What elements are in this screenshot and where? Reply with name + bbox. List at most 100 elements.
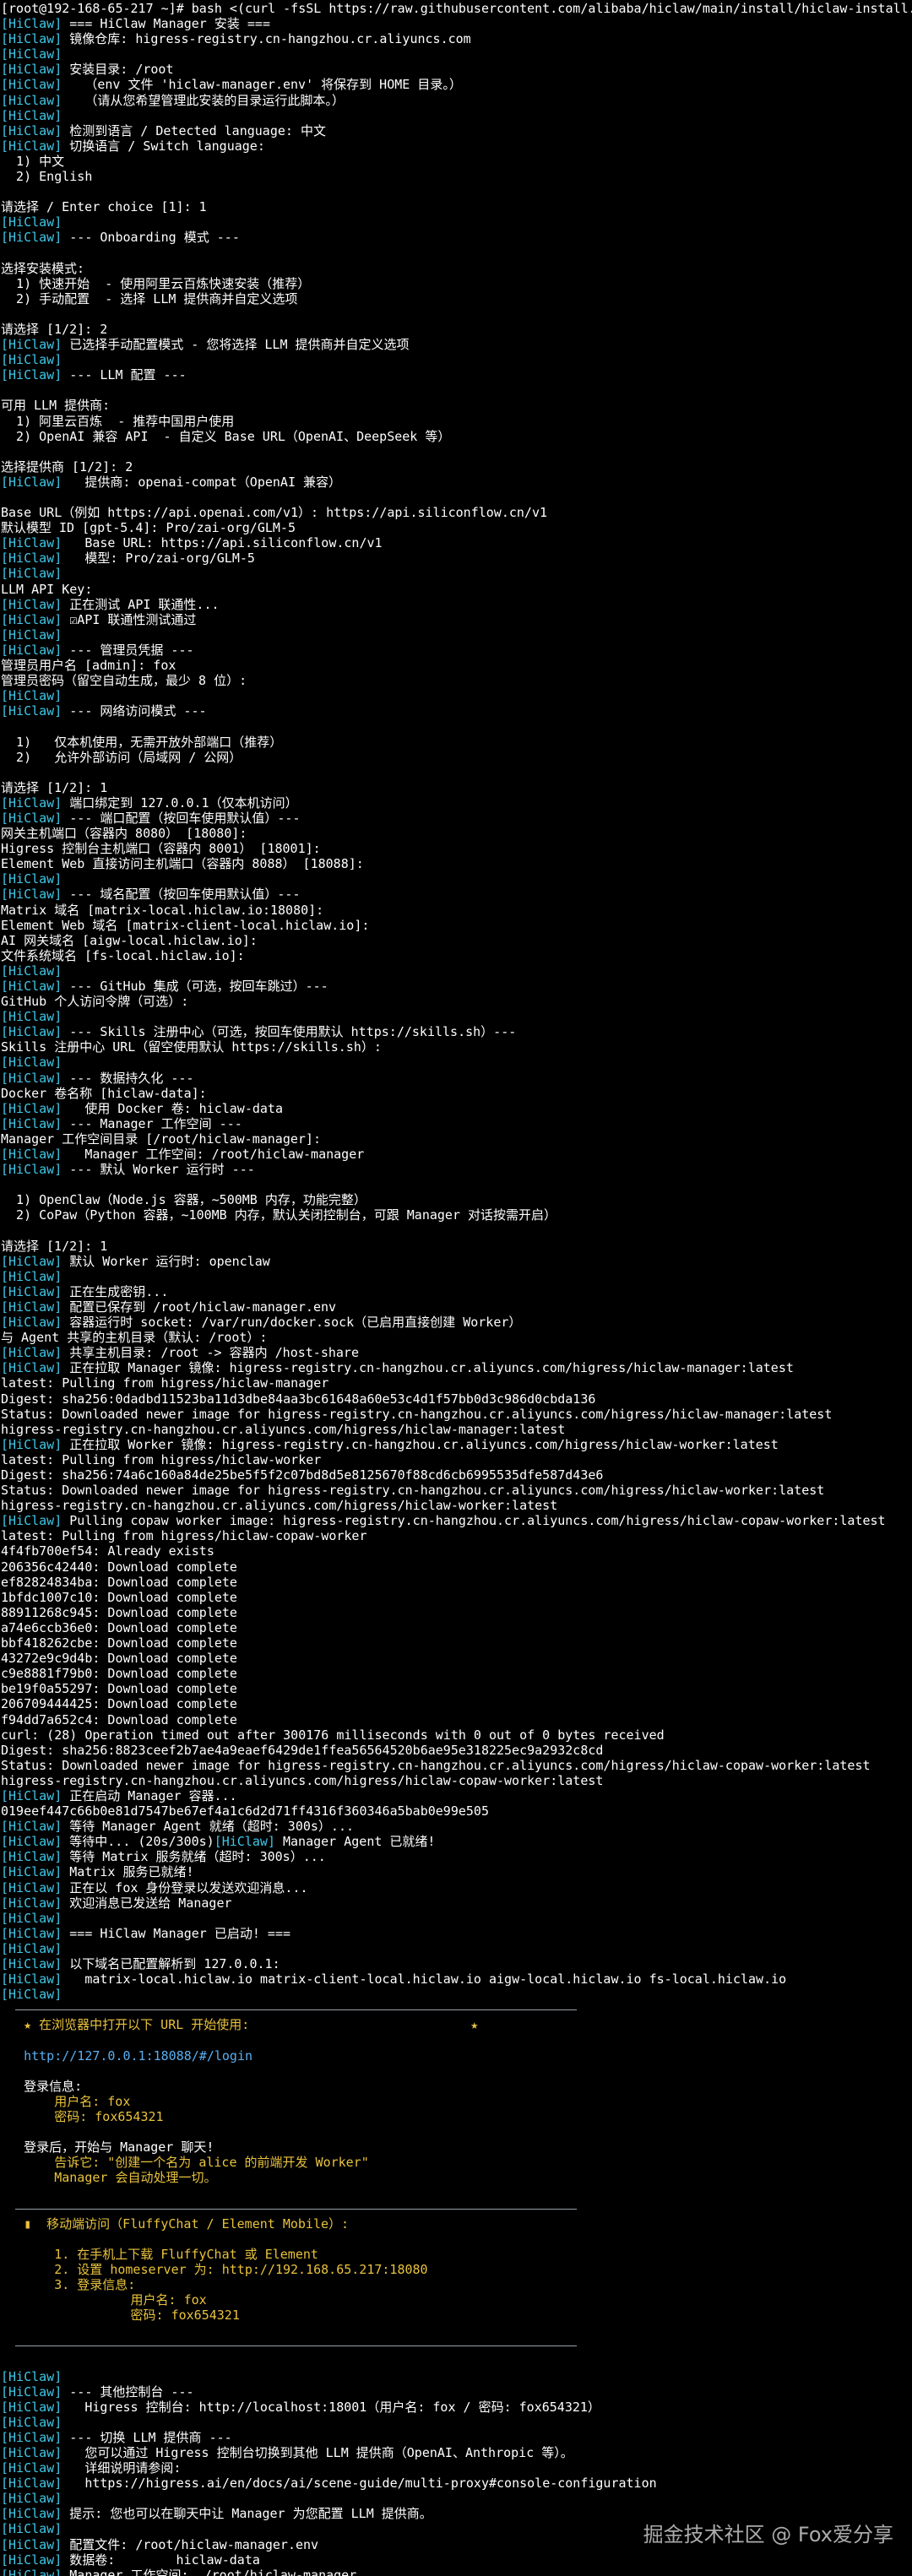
log-tag: [HiClaw]	[1, 1115, 62, 1131]
log-tag: [HiClaw]	[1, 230, 62, 246]
log-tag: [HiClaw]	[1, 1253, 62, 1269]
line-text: Status: Downloaded newer image for higre…	[1, 1483, 825, 1499]
log-tag: [HiClaw]	[1, 2399, 62, 2415]
line-text: 正在以 fox 身份登录以发送欢迎消息...	[62, 1879, 308, 1895]
line-text: 2) CoPaw（Python 容器，~100MB 内存，默认关闭控制台，可跟 …	[1, 1207, 557, 1223]
log-tag: [HiClaw]	[1, 794, 62, 811]
line-text: higress-registry.cn-hangzhou.cr.aliyuncs…	[1, 1772, 604, 1788]
terminal-output[interactable]: [root@192-168-65-217 ~]# bash <(curl -fs…	[0, 0, 912, 2576]
log-tag: [HiClaw]	[1, 810, 62, 826]
line-text: 正在拉取 Worker 镜像: higress-registry.cn-hang…	[62, 1436, 779, 1452]
line-text: === HiClaw Manager 已启动! ===	[62, 1925, 291, 1941]
line-text: --- LLM 配置 ---	[62, 367, 187, 383]
terminal-line: [HiClaw] --- 网络访问模式 ---	[0, 703, 912, 719]
log-tag: [HiClaw]	[1, 1849, 62, 1865]
line-text: 019eef447c66b0e81d7547be67ef4a1c6d2d71ff…	[1, 1803, 489, 1819]
log-tag: [HiClaw]	[214, 1834, 275, 1850]
line-text: latest: Pulling from higress/hiclaw-mana…	[1, 1375, 329, 1391]
terminal-line: [HiClaw]	[0, 1055, 912, 1070]
line-text: 206709444425: Download complete	[1, 1696, 237, 1712]
log-tag: [HiClaw]	[1, 1009, 62, 1025]
line-text: 2) English	[1, 169, 93, 185]
terminal-line: [root@192-168-65-217 ~]# bash <(curl -fs…	[0, 1, 912, 16]
line-text: 正在拉取 Manager 镜像: higress-registry.cn-han…	[62, 1360, 794, 1376]
terminal-line: 2) English	[0, 169, 912, 184]
terminal-line: [HiClaw] 正在启动 Manager 容器...	[0, 1788, 912, 1803]
log-tag: [HiClaw]	[1, 352, 62, 368]
line-text: 1) 快速开始 - 使用阿里云百炼快速安装（推荐）	[1, 275, 311, 291]
terminal-line: [HiClaw]	[0, 46, 912, 62]
terminal-line: [HiClaw] Manager 工作空间: /root/hiclaw-mana…	[0, 2568, 912, 2576]
terminal-line: Status: Downloaded newer image for higre…	[0, 1407, 912, 1422]
terminal-line: [HiClaw]	[0, 2369, 912, 2384]
terminal-line: 用户名: fox	[0, 2094, 912, 2109]
line-text: Digest: sha256:0dadbd11523ba11d3dbe84aa3…	[1, 1391, 596, 1407]
line-text: 用户名: fox	[1, 2093, 131, 2109]
terminal-line: [HiClaw] Base URL: https://api.siliconfl…	[0, 535, 912, 550]
terminal-line: 文件系统域名 [fs-local.hiclaw.io]:	[0, 948, 912, 963]
terminal-line: latest: Pulling from higress/hiclaw-work…	[0, 1452, 912, 1467]
line-text: 默认 Worker 运行时: openclaw	[62, 1253, 270, 1269]
line-text: 1) 阿里云百炼 - 推荐中国用户使用	[1, 413, 235, 429]
line-text: Digest: sha256:8823ceef2b7ae4a9eaef6429d…	[1, 1742, 604, 1758]
terminal-line: 1. 在手机上下载 FluffyChat 或 Element	[0, 2247, 912, 2262]
line-text: 登录后，开始与 Manager 聊天!	[1, 2139, 214, 2156]
log-tag: [HiClaw]	[1, 1147, 62, 1163]
terminal-line: [HiClaw] 数据卷: hiclaw-data	[0, 2552, 912, 2568]
line-text: 配置已保存到 /root/hiclaw-manager.env	[62, 1299, 337, 1315]
log-tag: [HiClaw]	[1, 1987, 62, 2003]
line-text: 2) 允许外部访问（局域网 / 公网）	[1, 749, 242, 765]
terminal-line: [HiClaw] --- LLM 配置 ---	[0, 367, 912, 382]
line-text: 容器运行时 socket: /var/run/docker.sock（已启用直接…	[62, 1315, 522, 1331]
log-tag: [HiClaw]	[1, 1299, 62, 1315]
log-tag: [HiClaw]	[1, 535, 62, 551]
line-text: be19f0a55297: Download complete	[1, 1681, 237, 1697]
terminal-line: 请选择 [1/2]: 1	[0, 1239, 912, 1254]
terminal-line: [HiClaw] 以下域名已配置解析到 127.0.0.1:	[0, 1956, 912, 1971]
terminal-line: [HiClaw]	[0, 214, 912, 230]
terminal-line: Docker 卷名称 [hiclaw-data]:	[0, 1086, 912, 1101]
terminal-line: c9e8881f79b0: Download complete	[0, 1666, 912, 1681]
line-text: Skills 注册中心 URL（留空使用默认 https://skills.sh…	[1, 1039, 382, 1055]
divider	[15, 2009, 577, 2011]
line-text: 与 Agent 共享的主机目录（默认: /root）:	[1, 1330, 268, 1346]
line-text: Base URL: https://api.siliconflow.cn/v1	[62, 535, 383, 551]
terminal-line: [HiClaw]	[0, 1009, 912, 1024]
terminal-line: bbf418262cbe: Download complete	[0, 1635, 912, 1651]
log-tag: [HiClaw]	[1, 1315, 62, 1331]
log-tag: [HiClaw]	[1, 1787, 62, 1803]
terminal-line: Base URL（例如 https://api.openai.com/v1）: …	[0, 505, 912, 520]
log-tag: [HiClaw]	[1, 2476, 62, 2492]
line-text: latest: Pulling from higress/hiclaw-copa…	[1, 1528, 367, 1544]
terminal-line: ★ 在浏览器中打开以下 URL 开始使用: ★	[0, 2017, 912, 2032]
line-text: 使用 Docker 卷: hiclaw-data	[62, 1100, 283, 1116]
terminal-line: [HiClaw] --- Skills 注册中心（可选，按回车使用默认 http…	[0, 1024, 912, 1039]
terminal-line: [HiClaw]	[0, 688, 912, 703]
line-text: 4f4fb700ef54: Already exists	[1, 1543, 214, 1559]
log-tag: [HiClaw]	[1, 1864, 62, 1880]
line-text: 提供商: openai-compat（OpenAI 兼容）	[62, 474, 342, 490]
terminal-line: Digest: sha256:74a6c160a84de25be5f5f2c07…	[0, 1467, 912, 1483]
terminal-line: [HiClaw] 正在生成密钥...	[0, 1284, 912, 1299]
line-text: --- Skills 注册中心（可选，按回车使用默认 https://skill…	[62, 1024, 517, 1040]
line-text: 可用 LLM 提供商:	[1, 398, 111, 414]
log-tag: [HiClaw]	[1, 688, 62, 704]
log-tag: [HiClaw]	[1, 2521, 62, 2537]
line-text: 1bfdc1007c10: Download complete	[1, 1589, 237, 1605]
terminal-line: 1) OpenClaw（Node.js 容器，~500MB 内存，功能完整）	[0, 1192, 912, 1207]
terminal-line: 网关主机端口（容器内 8080） [18080]:	[0, 826, 912, 841]
log-tag: [HiClaw]	[1, 1268, 62, 1284]
terminal-line: [HiClaw]	[0, 963, 912, 979]
line-text: --- Onboarding 模式 ---	[62, 230, 240, 246]
separator-line	[0, 2201, 912, 2216]
line-text: Element Web 直接访问主机端口（容器内 8088） [18088]:	[1, 856, 364, 872]
log-tag: [HiClaw]	[1, 2383, 62, 2400]
watermark: 掘金技术社区 @ Fox爱分享	[643, 2523, 893, 2546]
terminal-line: ▮ 移动端访问（FluffyChat / Element Mobile）:	[0, 2216, 912, 2232]
log-tag: [HiClaw]	[1, 92, 62, 108]
line-text: ★ 在浏览器中打开以下 URL 开始使用: ★	[1, 2017, 479, 2033]
line-text: Base URL（例如 https://api.openai.com/v1）: …	[1, 505, 547, 521]
